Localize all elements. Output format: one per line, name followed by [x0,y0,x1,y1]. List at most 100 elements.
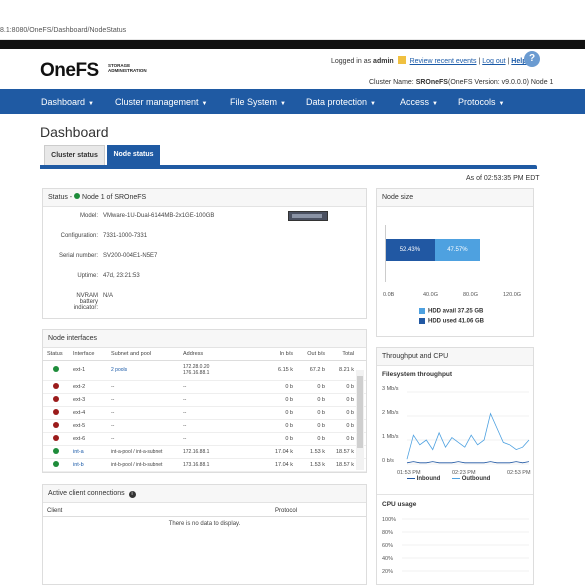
model-value: VMware-1U-Dual-6144MB-2x1GE-100GB [103,213,215,219]
subnet-pool: -- [107,406,179,420]
info-icon[interactable]: i [128,491,136,498]
col-total[interactable]: Total [329,348,366,361]
flag-icon[interactable] [397,56,406,64]
table-row[interactable]: ext-1 2 pools 172.28.0.20 176.16.88.1 6.15 … [43,360,366,381]
cpu-usage-title: CPU usage [382,501,417,508]
help-icon[interactable]: ? [524,51,540,67]
username: admin [373,58,394,65]
node-size-tick: 0.0B [383,292,395,298]
y-tick-label: 2 Mb/s [382,410,399,416]
status-label: Status - [48,194,73,201]
interface-name: ext-1 [69,360,107,381]
interfaces-scrollbar[interactable] [356,370,364,470]
uptime-label: Uptime: [77,273,98,279]
cpu-y-tick-label: 40% [382,556,393,562]
client-connections-header: Active client connections i [43,485,366,503]
in-rate: 6.15 k [265,360,297,381]
subnet-pool: -- [107,380,179,394]
out-rate: 1.53 k [297,445,329,459]
page-title: Dashboard [40,124,109,140]
status-down-icon [53,434,59,441]
nav-data-protection[interactable]: Data protection ▼ [306,97,376,107]
legend-used-swatch [419,318,425,324]
url-text[interactable]: 8.1:8080/OneFS/Dashboard/NodeStatus [0,27,126,34]
col-address[interactable]: Address [179,348,265,361]
col-in[interactable]: In b/s [265,348,297,361]
browser-url-bar[interactable]: 8.1:8080/OneFS/Dashboard/NodeStatus [0,0,585,40]
table-row[interactable]: int-b int-b-pool / int-b-subnet 173.16.88.… [43,458,366,472]
status-node-name: Node 1 of SROneFS [82,194,147,201]
status-down-icon [53,408,59,415]
chevron-down-icon: ▼ [280,101,286,107]
col-status[interactable]: Status [43,348,69,361]
status-down-icon [53,382,59,389]
status-labels: Model: Configuration: Serial number: Upt… [43,211,98,311]
chevron-down-icon: ▼ [432,101,438,107]
legend-avail-text: HDD avail 37.25 GB [428,308,484,315]
legend-used: HDD used 41.06 GB [419,318,484,325]
cpu-y-tick-label: 100% [382,517,396,523]
y-tick-label: 3 Mb/s [382,386,399,392]
top-bar [0,40,585,49]
subnet-pool: -- [107,419,179,433]
throughput-legend: Inbound Outbound [407,476,490,482]
chevron-down-icon: ▼ [88,101,94,107]
nav-cluster-management[interactable]: Cluster management ▼ [115,97,208,107]
scrollbar-thumb[interactable] [357,376,363,448]
interface-name: ext-3 [69,393,107,407]
status-panel: Status - Node 1 of SROneFS Model: Config… [42,188,367,319]
status-cell [43,419,69,433]
in-rate: 17.04 k [265,458,297,472]
cpu-y-tick-label: 80% [382,530,393,536]
cpu-divider [377,494,533,495]
table-row[interactable]: ext-2 -- -- 0 b0 b0 b [43,380,366,394]
tab-node-status[interactable]: Node status [107,145,160,165]
interface-name[interactable]: int-b [69,458,107,472]
status-cell [43,432,69,446]
col-out[interactable]: Out b/s [297,348,329,361]
col-subnet[interactable]: Subnet and pool [107,348,179,361]
nav-dashboard[interactable]: Dashboard ▼ [41,97,94,107]
tab-cluster-status[interactable]: Cluster status [44,145,105,165]
in-rate: 17.04 k [265,445,297,459]
outbound-legend-label: Outbound [461,476,491,482]
status-up-icon [53,460,59,467]
logo-subtitle: STORAGE ADMINISTRATION [108,63,147,73]
interface-name: ext-2 [69,380,107,394]
main-nav: Dashboard ▼ Cluster management ▼ File Syst… [0,89,585,114]
subnet-pool: int-b-pool / int-b-subnet [107,458,179,472]
status-cell [43,406,69,420]
table-row[interactable]: ext-4 -- -- 0 b0 b0 b [43,406,366,420]
serial-value: SV200-004E1-N5E7 [103,253,158,259]
interface-name[interactable]: int-a [69,445,107,459]
nav-access[interactable]: Access ▼ [400,97,438,107]
table-row[interactable]: int-a int-a-pool / int-a-subnet 172.16.88.… [43,445,366,459]
nav-protocols[interactable]: Protocols ▼ [458,97,504,107]
subnet-pool[interactable]: 2 pools [107,360,179,381]
cpu-chart: 100% 80% 60% 40% 20% [382,517,529,575]
throughput-panel: Throughput and CPU Filesystem throughput… [376,347,534,585]
cluster-version: (OneFS Version: v9.0.0.0) Node 1 [447,79,554,86]
nvram-value: N/A [103,293,114,299]
nav-file-system[interactable]: File System ▼ [230,97,286,107]
cluster-label: Cluster Name: [369,79,414,86]
client-connections-title: Active client connections [48,490,125,497]
col-interface[interactable]: Interface [69,348,107,361]
in-rate: 0 b [265,393,297,407]
table-row[interactable]: ext-3 -- -- 0 b0 b0 b [43,393,366,407]
address: -- [179,432,265,446]
table-row[interactable]: ext-5 -- -- 0 b0 b0 b [43,419,366,433]
table-row[interactable]: ext-6 -- -- 0 b0 b0 b [43,432,366,446]
status-down-icon [53,421,59,428]
logout-link[interactable]: Log out [482,58,505,65]
interfaces-table: Status Interface Subnet and pool Address… [43,348,366,472]
chevron-down-icon: ▼ [498,101,505,107]
in-rate: 0 b [265,380,297,394]
review-events-link[interactable]: Review recent events [410,58,477,65]
status-ok-icon [74,193,81,199]
status-cell [43,445,69,459]
col-client[interactable]: Client [47,508,62,514]
address: -- [179,393,265,407]
col-protocol[interactable]: Protocol [275,508,297,514]
client-connections-panel: Active client connections i Client Proto… [42,484,367,585]
